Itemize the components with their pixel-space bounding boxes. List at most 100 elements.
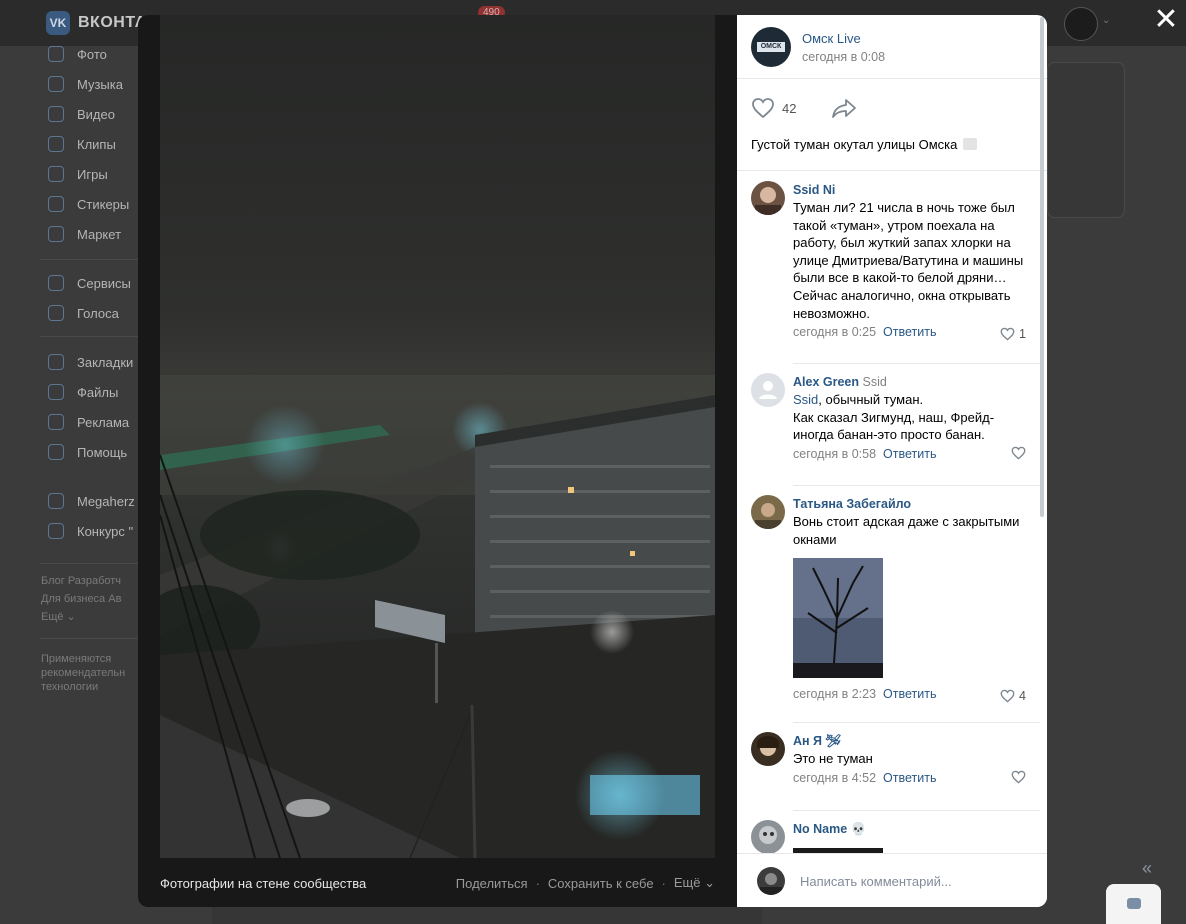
mention-link[interactable]: Ssid: [793, 392, 818, 407]
comment-meta: сегодня в 0:58 Ответить: [793, 444, 1026, 464]
menu-divider: [40, 638, 138, 639]
menu-item-ads[interactable]: Реклама: [48, 412, 129, 432]
music-icon: [48, 76, 64, 92]
vk-logo-icon[interactable]: VK: [46, 11, 70, 35]
scrollbar[interactable]: [1040, 17, 1044, 517]
comment-time[interactable]: сегодня в 4:52: [793, 771, 876, 785]
menu-item-help[interactable]: Помощь: [48, 442, 127, 462]
comment-like[interactable]: [1011, 770, 1026, 784]
reply-button[interactable]: Ответить: [883, 687, 936, 701]
comment-input[interactable]: Написать комментарий...: [800, 874, 952, 889]
divider: [793, 485, 1040, 486]
footer-note: технологии: [41, 681, 99, 693]
tree-silhouette-photo: [793, 558, 883, 679]
comment-text: Ssid, обычный туман. Как сказал Зигмунд, …: [793, 392, 995, 443]
comment-like[interactable]: [1011, 446, 1026, 460]
comment-time[interactable]: сегодня в 2:23: [793, 687, 876, 701]
comment-body: Ssid Ni Туман ли? 21 числа в ночь тоже б…: [793, 181, 1026, 342]
commenter-name[interactable]: No Name 💀: [793, 820, 1026, 838]
comment-time[interactable]: сегодня в 0:58: [793, 447, 876, 461]
commenter-avatar[interactable]: [751, 820, 785, 853]
group-avatar[interactable]: ОМСК: [751, 27, 791, 67]
avatar-image: [760, 873, 782, 895]
share-button[interactable]: Поделиться: [456, 876, 528, 891]
site-name[interactable]: ВКОНТА: [78, 14, 147, 32]
commenter-name[interactable]: Alex Green Ssid: [793, 373, 1026, 391]
commenter-avatar[interactable]: [751, 495, 785, 529]
comment-meta: сегодня в 4:52 Ответить: [793, 768, 1026, 788]
share-icon[interactable]: [831, 97, 857, 119]
post-text: Густой туман окутал улицы Омска: [751, 137, 977, 152]
menu-item-music[interactable]: Музыка: [48, 74, 123, 94]
footer-more-link[interactable]: Ещё ⌄: [41, 610, 76, 624]
user-avatar[interactable]: [1064, 7, 1098, 41]
commenter-avatar[interactable]: [751, 373, 785, 407]
sticker-icon: [48, 196, 64, 212]
comment-like-count: 1: [1019, 327, 1026, 342]
menu-item-community-contest[interactable]: Конкурс ": [48, 521, 133, 541]
commenter-name[interactable]: Татьяна Забегайло: [793, 495, 1026, 513]
right-card: [1047, 62, 1125, 218]
photo-viewer: Фотографии на стене сообщества Поделитьс…: [138, 15, 1047, 907]
menu-item-services[interactable]: Сервисы: [48, 273, 131, 293]
reply-to-name[interactable]: Ssid: [863, 375, 887, 389]
reply-button[interactable]: Ответить: [883, 447, 936, 461]
people-icon: [48, 493, 64, 509]
comment-body: No Name 💀: [793, 820, 1026, 853]
separator-dot: ·: [535, 875, 540, 891]
save-button[interactable]: Сохранить к себе: [548, 876, 654, 891]
fog-emoji-icon: [963, 138, 977, 150]
menu-item-stickers[interactable]: Стикеры: [48, 194, 129, 214]
my-avatar[interactable]: [757, 867, 785, 895]
comment-time[interactable]: сегодня в 0:25: [793, 325, 876, 339]
coins-icon: [48, 305, 64, 321]
commenter-avatar[interactable]: [751, 181, 785, 215]
menu-item-market[interactable]: Маркет: [48, 224, 121, 244]
like-count: 42: [782, 100, 797, 116]
name-emoji: 💀: [850, 822, 867, 836]
reply-button[interactable]: Ответить: [883, 771, 936, 785]
comment-text: Это не туман: [793, 751, 873, 766]
bookmark-icon: [48, 354, 64, 370]
album-caption[interactable]: Фотографии на стене сообщества: [160, 876, 456, 891]
collapse-icon[interactable]: «: [1142, 858, 1152, 879]
more-button[interactable]: Ещё ⌄: [674, 875, 715, 891]
chat-button[interactable]: [1106, 884, 1161, 924]
menu-item-files[interactable]: Файлы: [48, 382, 118, 402]
heart-icon[interactable]: [751, 97, 775, 119]
close-icon[interactable]: ✕: [1152, 5, 1180, 35]
comment-meta: сегодня в 2:23 Ответить 4: [793, 684, 1026, 704]
footer-note: рекомендательн: [41, 667, 126, 679]
commenter-name[interactable]: Ssid Ni: [793, 181, 1026, 199]
people-icon: [48, 523, 64, 539]
commenter-name[interactable]: Ан Я 🛩: [793, 732, 1026, 750]
comment-like[interactable]: 4: [1000, 686, 1026, 706]
footer-note: Применяются: [41, 653, 112, 665]
group-avatar-tag: ОМСК: [757, 42, 785, 52]
comments-panel: ОМСК Омск Live сегодня в 0:08 42 Густой …: [737, 15, 1047, 907]
comment: No Name 💀: [751, 820, 1026, 853]
menu-item-clips[interactable]: Клипы: [48, 134, 116, 154]
comment-like[interactable]: 1: [1000, 324, 1026, 344]
foggy-city-photo: [160, 15, 715, 858]
post-time[interactable]: сегодня в 0:08: [802, 50, 885, 64]
menu-item-bookmarks[interactable]: Закладки: [48, 352, 133, 372]
reply-button[interactable]: Ответить: [883, 325, 936, 339]
footer-link-row[interactable]: Блог Разработч: [41, 574, 121, 588]
heart-icon: [1000, 327, 1015, 341]
commenter-avatar[interactable]: [751, 732, 785, 766]
photo-footer: Фотографии на стене сообщества Поделитьс…: [160, 870, 715, 896]
menu-item-community-megaherz[interactable]: Megaherz: [48, 491, 135, 511]
menu-item-games[interactable]: Игры: [48, 164, 108, 184]
comment-photo[interactable]: [793, 558, 883, 679]
help-icon: [48, 444, 64, 460]
photo[interactable]: [160, 15, 715, 858]
heart-icon: [1011, 770, 1026, 784]
footer-link-row[interactable]: Для бизнеса Ав: [41, 592, 121, 606]
menu-item-video[interactable]: Видео: [48, 104, 115, 124]
chevron-down-icon[interactable]: ⌄: [1102, 15, 1110, 26]
group-name[interactable]: Омск Live: [802, 31, 861, 46]
default-avatar-icon: [759, 381, 777, 399]
menu-item-votes[interactable]: Голоса: [48, 303, 119, 323]
menu-item-photos[interactable]: Фото: [48, 44, 107, 64]
